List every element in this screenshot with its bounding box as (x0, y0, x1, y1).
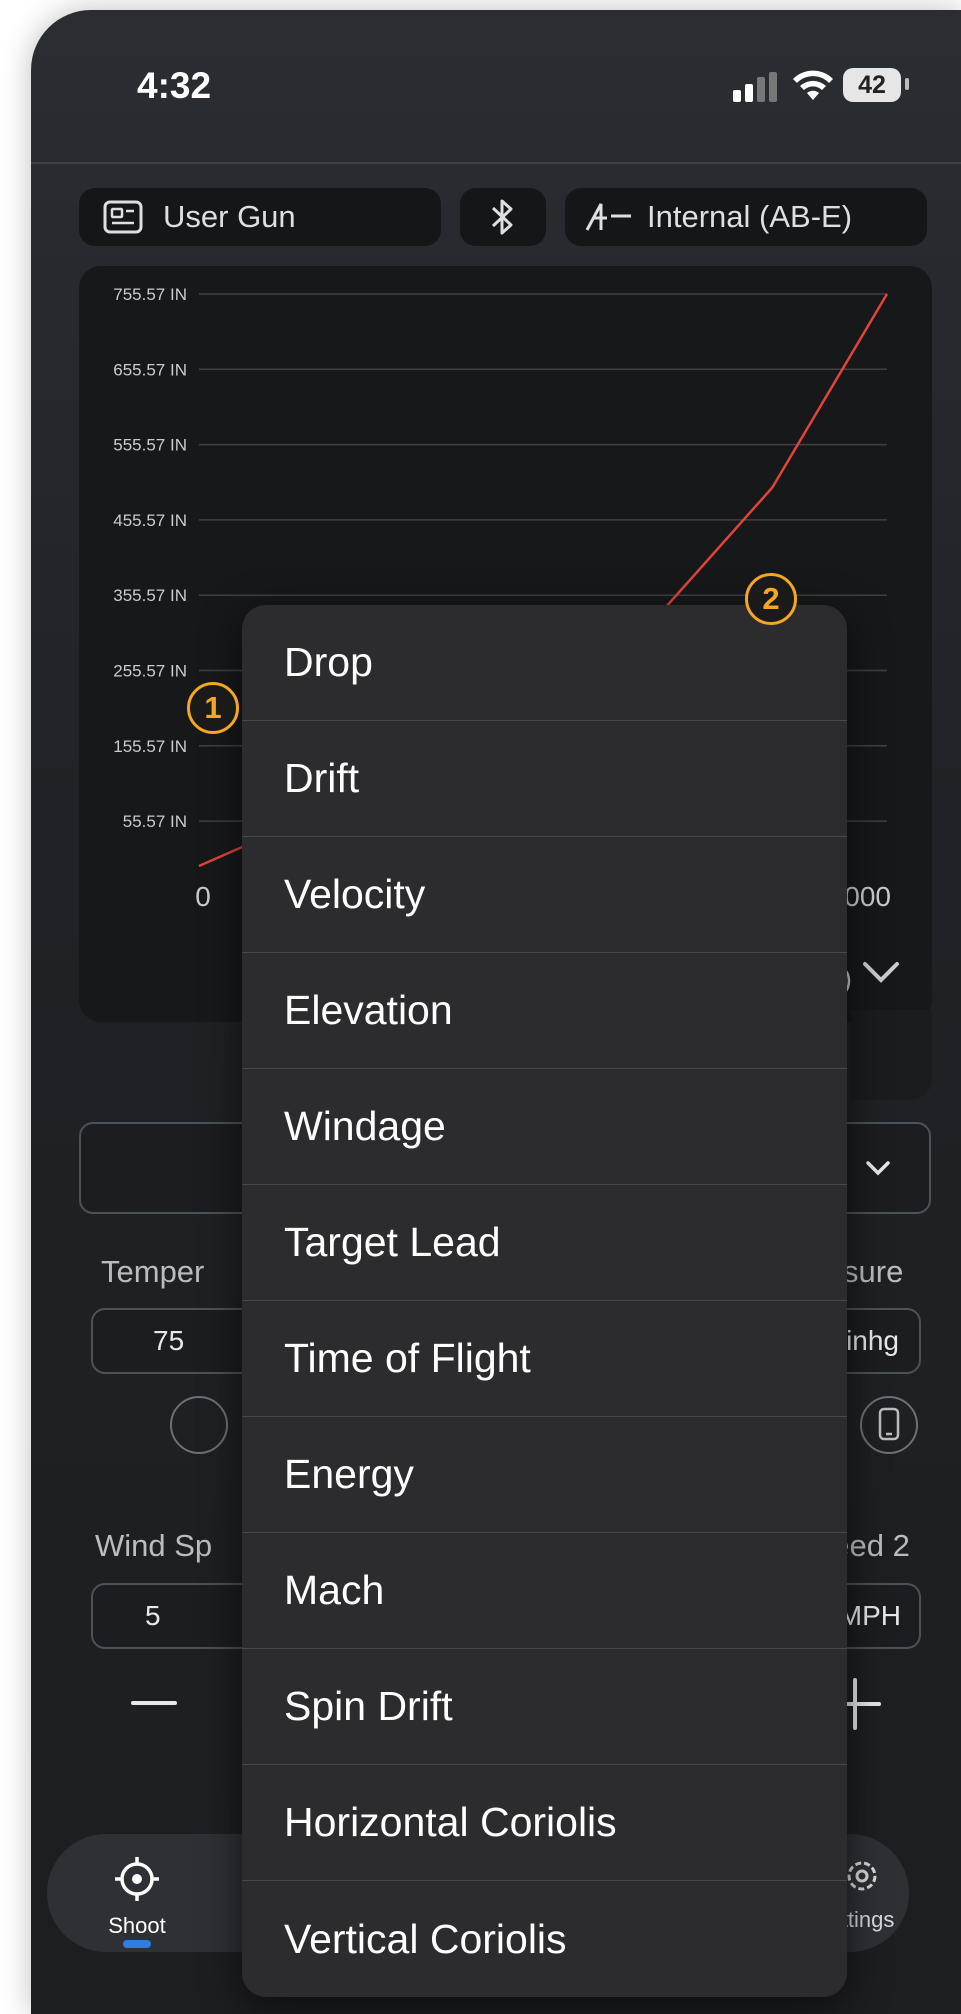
y-tick-label: 555.57 IN (113, 436, 187, 455)
pressure-label: sure (843, 1254, 904, 1289)
phone-source-icon[interactable] (860, 1396, 918, 1454)
pressure-unit: inhg (846, 1325, 899, 1356)
wind-speed-field[interactable]: 5 (91, 1583, 255, 1649)
wifi-source-icon[interactable] (170, 1396, 228, 1454)
menu-item-velocity[interactable]: Velocity (242, 837, 847, 953)
bluetooth-button[interactable] (460, 188, 546, 246)
annotation-badge-1: 1 (187, 682, 239, 734)
y-tick-label: 655.57 IN (113, 360, 187, 379)
y-tick-label: 155.57 IN (113, 737, 187, 756)
chevron-down-icon[interactable] (863, 962, 899, 983)
y-tick-label: 455.57 IN (113, 511, 187, 530)
chevron-down-icon (866, 1161, 890, 1176)
annotation-badge-2: 2 (745, 573, 797, 625)
y-tick-label: 355.57 IN (113, 586, 187, 605)
phone-icon (878, 1407, 900, 1441)
id-card-icon (103, 200, 143, 234)
nav-shoot[interactable]: Shoot (97, 1856, 177, 1948)
minus-icon[interactable] (131, 1698, 177, 1708)
gear-icon (847, 1861, 877, 1891)
ballistics-selector[interactable]: Internal (AB-E) (565, 188, 927, 246)
temperature-label: Temper (101, 1254, 205, 1289)
menu-item-spin-drift[interactable]: Spin Drift (242, 1649, 847, 1765)
menu-item-windage[interactable]: Windage (242, 1069, 847, 1185)
menu-item-drift[interactable]: Drift (242, 721, 847, 837)
menu-item-vertical-coriolis[interactable]: Vertical Coriolis (242, 1881, 847, 1997)
menu-item-target-lead[interactable]: Target Lead (242, 1185, 847, 1301)
wind-speed2-unit: MPH (838, 1600, 901, 1631)
gun-selector[interactable]: User Gun (79, 188, 441, 246)
bluetooth-icon (491, 199, 513, 235)
chart-panel-tail (851, 1010, 932, 1100)
battery-icon: 42 (843, 68, 901, 102)
menu-item-energy[interactable]: Energy (242, 1417, 847, 1533)
temperature-value: 75 (153, 1325, 185, 1356)
status-bar: 4:32 42 (31, 10, 961, 164)
menu-item-time-of-flight[interactable]: Time of Flight (242, 1301, 847, 1417)
signal-icon (733, 72, 777, 102)
crosshair-icon (115, 1857, 159, 1901)
menu-item-horizontal-coriolis[interactable]: Horizontal Coriolis (242, 1765, 847, 1881)
status-time: 4:32 (137, 65, 212, 106)
ab-logo-icon (585, 203, 631, 231)
phone-screen: 4:32 42 User Gun Internal (AB-E) 755.57 … (31, 10, 961, 2014)
menu-item-drop[interactable]: Drop (242, 605, 847, 721)
nav-active-indicator (123, 1940, 151, 1948)
y-tick-label: 255.57 IN (113, 662, 187, 681)
temperature-field[interactable]: 75 (91, 1308, 255, 1374)
nav-shoot-label: Shoot (108, 1913, 166, 1938)
menu-item-elevation[interactable]: Elevation (242, 953, 847, 1069)
gun-label: User Gun (163, 199, 296, 234)
y-tick-label: 755.57 IN (113, 285, 187, 304)
x-tick-label: 0 (195, 881, 211, 912)
y-tick-label: 55.57 IN (123, 812, 187, 831)
ballistics-label: Internal (AB-E) (647, 199, 853, 234)
chart-type-menu: Drop Drift Velocity Elevation Windage Target … (242, 605, 847, 1997)
wifi-icon (793, 70, 833, 100)
wind-speed-value: 5 (145, 1600, 161, 1631)
menu-item-mach[interactable]: Mach (242, 1533, 847, 1649)
battery-tip (905, 78, 909, 90)
wind-speed-label: Wind Sp (95, 1528, 213, 1563)
